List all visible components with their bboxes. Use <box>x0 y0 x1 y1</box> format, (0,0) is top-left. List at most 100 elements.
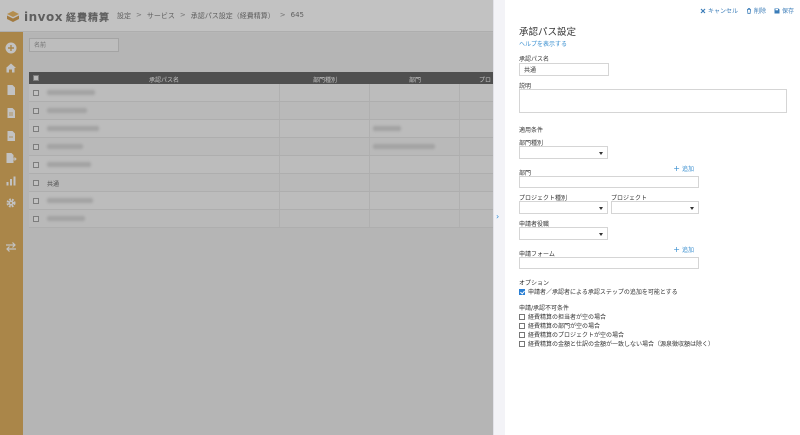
row-checkbox[interactable] <box>33 108 39 114</box>
save-button[interactable]: 保存 <box>774 6 794 15</box>
table-row[interactable]: 共通 <box>29 174 493 192</box>
select-all-checkbox[interactable] <box>33 75 39 81</box>
deny-no-project-label: 経費精算のプロジェクトが空の場合 <box>528 332 625 339</box>
logo[interactable]: invox 経費精算 <box>6 9 110 24</box>
row-checkbox[interactable] <box>33 90 39 96</box>
column-divider <box>459 174 460 191</box>
deny-no-dept-checkbox[interactable]: 経費精算の部門が空の場合 <box>519 321 600 330</box>
column-divider <box>369 138 370 155</box>
row-checkbox[interactable] <box>33 126 39 132</box>
breadcrumb-id: 645 <box>290 11 304 19</box>
chevron-right-icon[interactable]: › <box>496 213 504 221</box>
deny-no-project-checkbox[interactable]: 経費精算のプロジェクトが空の場合 <box>519 330 624 339</box>
approval-path-edit-panel: キャンセル 削除 保存 承認パス設定 ヘルプを表示する 承認パス名 説明 適用条… <box>505 0 800 435</box>
row-checkbox[interactable] <box>33 180 39 186</box>
name-field[interactable] <box>519 63 609 76</box>
breadcrumb-approval-path[interactable]: 承認パス設定（経費精算） <box>191 11 275 21</box>
document-icon[interactable] <box>5 81 17 95</box>
checkbox-icon[interactable] <box>519 322 525 329</box>
chart-icon[interactable] <box>5 172 17 186</box>
column-header-dept[interactable]: 部門 <box>409 75 421 84</box>
cancel-button[interactable]: キャンセル <box>700 6 738 15</box>
project-select[interactable] <box>611 201 699 214</box>
dept-field[interactable] <box>519 176 699 188</box>
add-dept-button[interactable]: + 追加 <box>673 164 694 173</box>
cancel-label: キャンセル <box>707 8 738 15</box>
sidebar <box>0 0 23 435</box>
export-icon[interactable] <box>5 149 17 163</box>
table-row[interactable] <box>29 210 493 228</box>
trash-icon <box>746 7 751 14</box>
top-header: invox 経費精算 設定 > サービス > 承認パス設定（経費精算） > 64… <box>0 0 493 32</box>
checkbox-icon[interactable] <box>519 313 525 320</box>
save-icon <box>774 8 780 13</box>
redacted-dept <box>373 126 401 131</box>
checkbox-checked-icon[interactable] <box>519 288 525 295</box>
approval-path-table: 承認パス名 部門種別 部門 プロ 共通 <box>29 72 493 228</box>
checkbox-icon[interactable] <box>519 331 525 338</box>
column-divider <box>369 156 370 173</box>
column-divider <box>279 210 280 227</box>
option-add-step-checkbox[interactable]: 申請者／承認者による承認ステップの追加を可能とする <box>519 287 678 296</box>
breadcrumb-service[interactable]: サービス <box>147 11 175 21</box>
applicant-role-select[interactable] <box>519 227 608 240</box>
deny-amount-mismatch-checkbox[interactable]: 経費精算の金額と仕訳の金額が一致しない場合（源泉徴収額は除く） <box>519 339 714 348</box>
row-checkbox[interactable] <box>33 162 39 168</box>
breadcrumb-settings[interactable]: 設定 <box>117 11 131 21</box>
column-divider <box>369 120 370 137</box>
column-header-dept-type[interactable]: 部門種別 <box>313 75 337 84</box>
row-checkbox[interactable] <box>33 216 39 222</box>
column-divider <box>369 210 370 227</box>
add-form-button[interactable]: + 追加 <box>673 245 694 254</box>
column-divider <box>369 174 370 191</box>
add-circle-icon[interactable] <box>5 39 17 54</box>
row-checkbox[interactable] <box>33 198 39 204</box>
add-form-label: 追加 <box>681 247 694 254</box>
column-divider <box>279 192 280 209</box>
panel-actions: キャンセル 削除 保存 <box>700 6 794 15</box>
main-content: 承認パス名 部門種別 部門 プロ 共通 <box>23 33 493 435</box>
table-row[interactable] <box>29 156 493 174</box>
table-row[interactable] <box>29 120 493 138</box>
table-row[interactable] <box>29 138 493 156</box>
project-type-select[interactable] <box>519 201 608 214</box>
column-divider <box>459 210 460 227</box>
panel-title: 承認パス設定 <box>519 27 577 38</box>
delete-button[interactable]: 削除 <box>746 6 766 15</box>
receipt-icon[interactable] <box>5 127 17 141</box>
table-row[interactable] <box>29 84 493 102</box>
column-divider <box>459 156 460 173</box>
table-header: 承認パス名 部門種別 部門 プロ <box>29 72 493 84</box>
column-header-name[interactable]: 承認パス名 <box>149 75 179 84</box>
column-divider <box>369 84 370 101</box>
deny-amount-mismatch-label: 経費精算の金額と仕訳の金額が一致しない場合（源泉徴収額は除く） <box>528 341 715 348</box>
home-icon[interactable] <box>5 59 17 73</box>
switch-icon[interactable] <box>5 238 17 252</box>
table-row[interactable] <box>29 102 493 120</box>
breadcrumb-separator: > <box>279 11 286 19</box>
redacted-name <box>47 108 87 113</box>
panel-toggle-rail[interactable]: › <box>493 0 505 435</box>
gear-icon[interactable] <box>5 194 17 208</box>
deny-no-owner-checkbox[interactable]: 経費精算の担当者が空の場合 <box>519 312 606 321</box>
option-add-step-label: 申請者／承認者による承認ステップの追加を可能とする <box>528 289 678 296</box>
dept-type-select[interactable] <box>519 146 608 159</box>
save-label: 保存 <box>781 8 794 15</box>
column-header-project[interactable]: プロ <box>479 75 491 84</box>
checkbox-icon[interactable] <box>519 340 525 347</box>
redacted-name <box>47 198 93 203</box>
redacted-name <box>47 126 99 131</box>
table-row[interactable] <box>29 192 493 210</box>
description-field[interactable] <box>519 89 787 113</box>
row-checkbox[interactable] <box>33 144 39 150</box>
conditions-label: 適用条件 <box>519 127 544 134</box>
column-divider <box>279 84 280 101</box>
plus-icon: + <box>673 245 680 254</box>
help-link[interactable]: ヘルプを表示する <box>519 39 567 48</box>
document-list-icon[interactable] <box>5 104 17 118</box>
column-divider <box>369 102 370 119</box>
search-input[interactable] <box>29 38 119 52</box>
form-field[interactable] <box>519 257 699 269</box>
close-icon <box>700 8 706 13</box>
invox-logo-icon <box>7 10 19 22</box>
